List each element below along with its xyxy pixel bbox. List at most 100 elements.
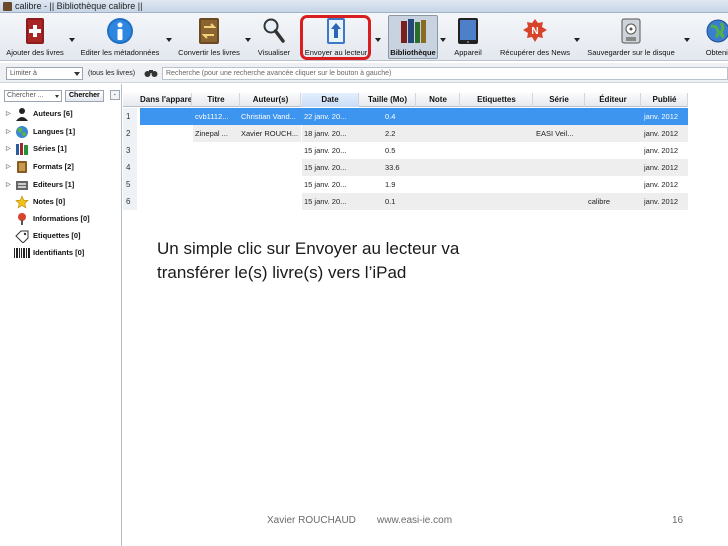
expand-arrow-icon[interactable]: ▷ bbox=[6, 163, 14, 170]
column-header-on-device[interactable]: Dans l'appareil bbox=[140, 93, 192, 107]
convert-books-label: Convertir les livres bbox=[178, 48, 240, 57]
device-button[interactable]: Appareil bbox=[448, 13, 488, 61]
save-dropdown-arrow[interactable] bbox=[684, 38, 690, 42]
search-placeholder: Recherche (pour une recherche avancée cl… bbox=[166, 70, 392, 77]
tree-item-series[interactable]: ▷ Séries [1] bbox=[6, 141, 67, 156]
tree-item-languages[interactable]: ▷ Langues [1] bbox=[6, 124, 75, 139]
send-to-device-dropdown-arrow[interactable] bbox=[375, 38, 381, 42]
library-dropdown-arrow[interactable] bbox=[440, 38, 446, 42]
fetch-news-button[interactable]: N Récupérer des News bbox=[498, 13, 572, 61]
column-header-published[interactable]: Publié bbox=[642, 93, 688, 107]
tree-item-formats[interactable]: ▷ Formats [2] bbox=[6, 159, 74, 174]
fetch-news-label: Récupérer des News bbox=[499, 48, 571, 57]
cell-date: 15 janv. 20... bbox=[304, 197, 347, 206]
column-header-size[interactable]: Taille (Mo) bbox=[360, 93, 416, 107]
column-header-publisher[interactable]: Éditeur bbox=[586, 93, 641, 107]
tree-item-label: Formats [2] bbox=[33, 162, 74, 171]
library-button[interactable]: Bibliothèque bbox=[388, 13, 438, 61]
row-number: 6 bbox=[123, 193, 137, 210]
column-header-series[interactable]: Série bbox=[534, 93, 585, 107]
tree-item-label: Informations [0] bbox=[33, 214, 90, 223]
fetch-news-dropdown-arrow[interactable] bbox=[574, 38, 580, 42]
cell-title: Zinepal ... bbox=[195, 129, 228, 138]
edit-metadata-dropdown-arrow[interactable] bbox=[166, 38, 172, 42]
expand-arrow-icon[interactable]: ▷ bbox=[6, 145, 14, 152]
tag-search-input[interactable]: Chercher ... bbox=[4, 90, 62, 102]
cell-size: 33.6 bbox=[385, 163, 400, 172]
save-to-disk-button[interactable]: Sauvegarder sur le disque bbox=[584, 13, 678, 61]
globe-icon bbox=[704, 16, 728, 45]
restrict-to-select[interactable]: Limiter à bbox=[6, 67, 83, 80]
column-header-tags[interactable]: Etiquettes bbox=[461, 93, 533, 107]
news-icon: N bbox=[521, 16, 549, 45]
tag-search-button[interactable]: Chercher bbox=[65, 90, 104, 102]
add-books-button[interactable]: Ajouter des livres bbox=[4, 13, 66, 61]
calibre-app-icon bbox=[3, 1, 12, 11]
expand-arrow-icon[interactable]: ▷ bbox=[6, 181, 14, 188]
tag-browser-search: Chercher ... Chercher - bbox=[4, 90, 120, 102]
footer-website: www.easi-ie.com bbox=[377, 515, 453, 526]
table-row[interactable]: 5 15 janv. 20... 1.9 janv. 2012 bbox=[123, 176, 688, 193]
table-row[interactable]: 4 15 janv. 20... 33.6 janv. 2012 bbox=[123, 159, 688, 176]
search-input[interactable]: Recherche (pour une recherche avancée cl… bbox=[162, 67, 728, 80]
column-header-date[interactable]: Date bbox=[302, 93, 359, 107]
cell-size: 0.5 bbox=[385, 146, 396, 155]
convert-dropdown-arrow[interactable] bbox=[245, 38, 251, 42]
all-books-label: (tous les livres) bbox=[88, 70, 136, 77]
edit-metadata-button[interactable]: Editer les métadonnées bbox=[78, 13, 162, 61]
chevron-down-icon bbox=[55, 95, 59, 98]
send-to-device-highlight bbox=[300, 15, 371, 60]
row-number: 5 bbox=[123, 176, 137, 193]
cell-publisher bbox=[588, 108, 640, 125]
advanced-search-icon[interactable] bbox=[144, 68, 158, 78]
add-books-label: Ajouter des livres bbox=[6, 48, 64, 57]
tree-item-tags[interactable]: Etiquettes [0] bbox=[6, 228, 81, 243]
book-list-header: Dans l'appareil Titre Auteur(s) Date Tai… bbox=[123, 93, 688, 107]
tree-item-ratings[interactable]: Notes [0] bbox=[6, 194, 65, 209]
tree-item-label: Etiquettes [0] bbox=[33, 231, 81, 240]
languages-icon bbox=[14, 125, 30, 139]
slide-footer: Xavier ROUCHAUD www.easi-ie.com 16 bbox=[0, 515, 728, 531]
column-header-rating[interactable]: Note bbox=[417, 93, 460, 107]
expand-arrow-icon[interactable]: ▷ bbox=[6, 110, 14, 117]
tag-browser: Chercher ... Chercher - ▷ Auteurs [6] ▷ … bbox=[0, 84, 122, 546]
tree-item-publishers[interactable]: ▷ Editeurs [1] bbox=[6, 177, 74, 192]
tree-item-identifiers[interactable]: Identifiants [0] bbox=[6, 245, 84, 260]
get-books-button[interactable]: Obtenir bbox=[700, 13, 728, 61]
tree-item-news[interactable]: Informations [0] bbox=[6, 211, 90, 226]
cell-date: 15 janv. 20... bbox=[304, 180, 347, 189]
footer-author: Xavier ROUCHAUD bbox=[267, 515, 356, 526]
svg-text:N: N bbox=[531, 26, 538, 37]
cell-publisher bbox=[588, 125, 640, 142]
info-icon bbox=[106, 16, 134, 45]
row-number: 4 bbox=[123, 159, 137, 176]
formats-icon bbox=[14, 160, 30, 174]
table-row[interactable]: 2 Zinepal ... Xavier ROUCH... 18 janv. 2… bbox=[123, 125, 688, 142]
column-header-title[interactable]: Titre bbox=[193, 93, 240, 107]
cell-publisher bbox=[588, 176, 640, 193]
cell-date: 18 janv. 20... bbox=[304, 129, 347, 138]
tree-item-label: Langues [1] bbox=[33, 127, 76, 136]
search-bar: Limiter à (tous les livres) Recherche (p… bbox=[0, 63, 728, 83]
cell-date: 15 janv. 20... bbox=[304, 146, 347, 155]
chevron-down-icon bbox=[74, 72, 80, 76]
add-books-dropdown-arrow[interactable] bbox=[69, 38, 75, 42]
table-row[interactable]: 3 15 janv. 20... 0.5 janv. 2012 bbox=[123, 142, 688, 159]
cell-title: cvb1112... bbox=[195, 112, 229, 121]
tree-item-label: Identifiants [0] bbox=[33, 248, 85, 257]
table-row[interactable]: 6 15 janv. 20... 0.1 calibre janv. 2012 bbox=[123, 193, 688, 210]
cell-published: janv. 2012 bbox=[644, 163, 679, 172]
collapse-button[interactable]: - bbox=[109, 90, 120, 100]
tree-item-authors[interactable]: ▷ Auteurs [6] bbox=[6, 106, 73, 121]
table-row[interactable]: 1 cvb1112... Christian Vand... 22 janv. … bbox=[123, 108, 688, 125]
tags-icon bbox=[14, 229, 30, 243]
convert-book-icon bbox=[195, 16, 223, 45]
cell-publisher: calibre bbox=[588, 197, 611, 206]
column-header-authors[interactable]: Auteur(s) bbox=[241, 93, 301, 107]
device-label: Appareil bbox=[454, 48, 482, 57]
view-button[interactable]: Visualiser bbox=[254, 13, 294, 61]
convert-books-button[interactable]: Convertir les livres bbox=[176, 13, 242, 61]
expand-arrow-icon[interactable]: ▷ bbox=[6, 128, 14, 135]
get-books-label: Obtenir bbox=[705, 48, 728, 57]
cell-size: 2.2 bbox=[385, 129, 396, 138]
